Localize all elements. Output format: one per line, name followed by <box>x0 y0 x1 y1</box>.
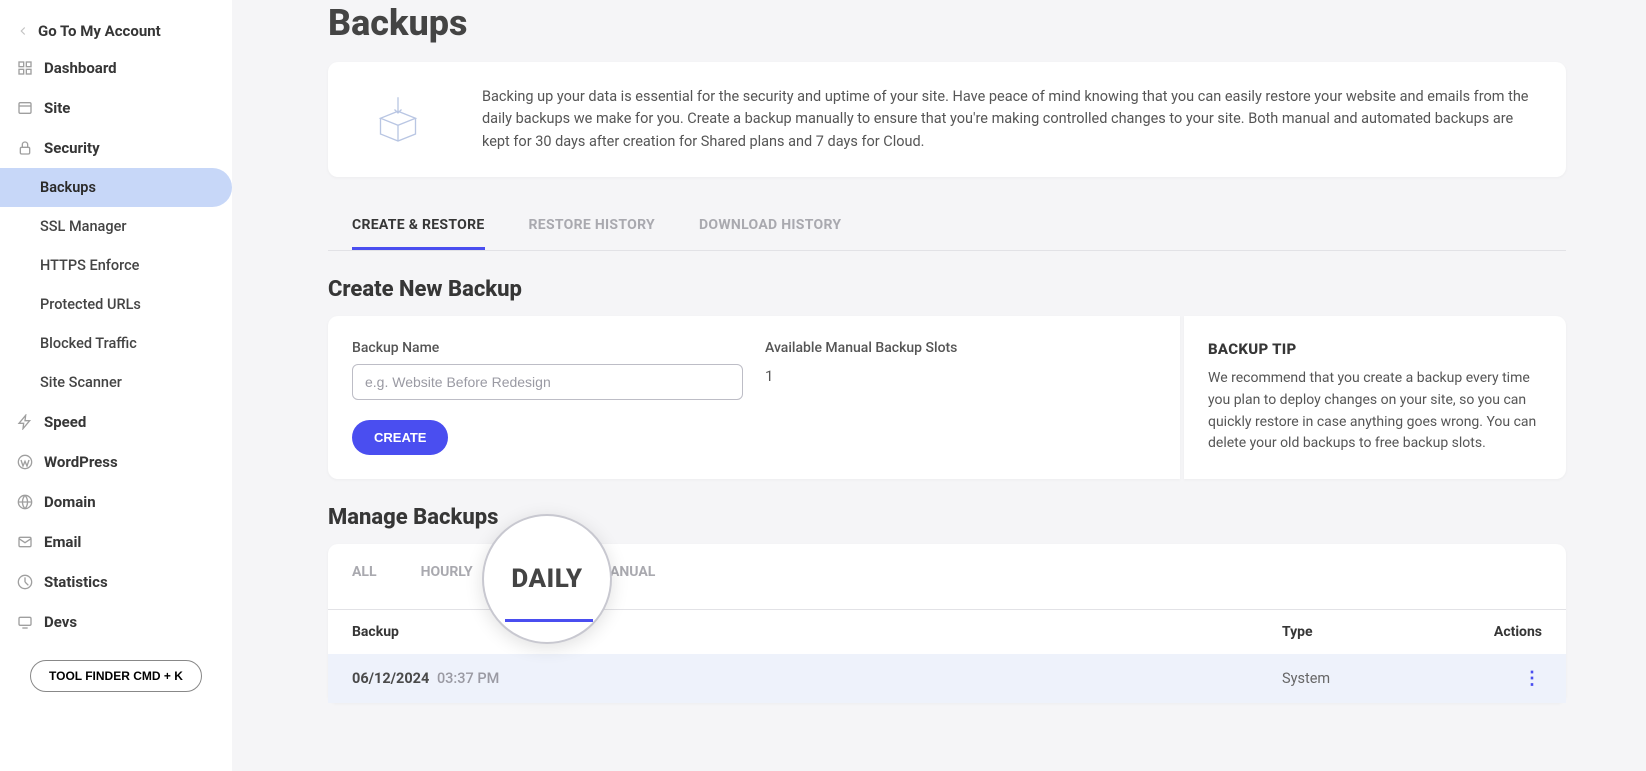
create-card: Backup Name CREATE Available Manual Back… <box>328 316 1180 479</box>
devs-icon <box>16 613 34 631</box>
sidebar-item-label: Domain <box>44 493 96 511</box>
tab-restore-history[interactable]: RESTORE HISTORY <box>529 203 655 250</box>
backup-name-label: Backup Name <box>352 340 743 356</box>
magnifier-underline <box>505 619 593 622</box>
main-content: Backups Backing up your data is essentia… <box>232 0 1646 771</box>
sidebar-item-label: Devs <box>44 613 77 631</box>
sidebar-item-label: Security <box>44 139 100 157</box>
sidebar-item-dashboard[interactable]: Dashboard <box>0 48 232 88</box>
create-wrapper: Backup Name CREATE Available Manual Back… <box>328 316 1566 479</box>
backup-table-card: DAILY ALL HOURLY DAILY MANUAL Backup Typ… <box>328 544 1566 703</box>
wordpress-icon <box>16 453 34 471</box>
row-type: System <box>1282 670 1452 687</box>
sidebar-item-speed[interactable]: Speed <box>0 402 232 442</box>
backup-name-input[interactable] <box>352 364 743 400</box>
row-date: 06/12/2024 <box>352 670 429 687</box>
page-title: Backups <box>328 2 1566 44</box>
arrow-left-icon <box>16 24 30 38</box>
sidebar-item-label: Speed <box>44 413 86 431</box>
row-backup-cell: 06/12/2024 03:37 PM <box>352 670 1282 687</box>
speed-icon <box>16 413 34 431</box>
intro-card: Backing up your data is essential for th… <box>328 62 1566 177</box>
slots-label: Available Manual Backup Slots <box>765 340 1156 356</box>
tip-title: BACKUP TIP <box>1208 340 1542 358</box>
globe-icon <box>16 493 34 511</box>
table-row: 06/12/2024 03:37 PM System ⋮ <box>328 654 1566 703</box>
tab-download-history[interactable]: DOWNLOAD HISTORY <box>699 203 841 250</box>
filter-tab-hourly[interactable]: HOURLY <box>421 564 473 595</box>
row-time: 03:37 PM <box>437 670 499 687</box>
create-button[interactable]: CREATE <box>352 420 448 455</box>
sidebar-item-domain[interactable]: Domain <box>0 482 232 522</box>
go-to-account-link[interactable]: Go To My Account <box>0 14 232 48</box>
main-tabs: CREATE & RESTORE RESTORE HISTORY DOWNLOA… <box>328 203 1566 251</box>
sidebar-subitem-protected-urls[interactable]: Protected URLs <box>0 285 232 324</box>
sidebar-item-security[interactable]: Security <box>0 128 232 168</box>
magnifier-callout: DAILY <box>482 514 612 644</box>
slots-value: 1 <box>765 367 1156 385</box>
sidebar-subitem-site-scanner[interactable]: Site Scanner <box>0 363 232 402</box>
col-actions: Actions <box>1452 624 1542 640</box>
sidebar-subitem-backups[interactable]: Backups <box>0 168 232 207</box>
tip-card: BACKUP TIP We recommend that you create … <box>1184 316 1566 479</box>
sidebar-item-label: Site <box>44 99 70 117</box>
sidebar-subitem-blocked-traffic[interactable]: Blocked Traffic <box>0 324 232 363</box>
intro-text: Backing up your data is essential for th… <box>482 86 1532 153</box>
sidebar-subitem-https-enforce[interactable]: HTTPS Enforce <box>0 246 232 285</box>
sidebar: Go To My Account Dashboard Site Security… <box>0 0 232 771</box>
box-open-icon <box>362 92 434 148</box>
site-icon <box>16 99 34 117</box>
filter-tab-all[interactable]: ALL <box>352 564 377 595</box>
sidebar-item-site[interactable]: Site <box>0 88 232 128</box>
sidebar-item-label: Email <box>44 533 81 551</box>
sidebar-item-label: WordPress <box>44 453 118 471</box>
magnifier-label: DAILY <box>511 564 582 594</box>
sidebar-subitem-ssl-manager[interactable]: SSL Manager <box>0 207 232 246</box>
row-actions-menu[interactable]: ⋮ <box>1523 668 1542 689</box>
sidebar-item-wordpress[interactable]: WordPress <box>0 442 232 482</box>
sidebar-item-email[interactable]: Email <box>0 522 232 562</box>
sidebar-item-devs[interactable]: Devs <box>0 602 232 642</box>
col-type: Type <box>1282 624 1452 640</box>
sidebar-item-label: Dashboard <box>44 59 117 77</box>
dashboard-icon <box>16 59 34 77</box>
tab-create-restore[interactable]: CREATE & RESTORE <box>352 203 485 250</box>
tip-text: We recommend that you create a backup ev… <box>1208 368 1542 455</box>
mail-icon <box>16 533 34 551</box>
sidebar-item-statistics[interactable]: Statistics <box>0 562 232 602</box>
tool-finder-button[interactable]: TOOL FINDER CMD + K <box>30 660 202 692</box>
lock-icon <box>16 139 34 157</box>
go-to-account-label: Go To My Account <box>38 22 161 40</box>
stats-icon <box>16 573 34 591</box>
sidebar-item-label: Statistics <box>44 573 108 591</box>
create-heading: Create New Backup <box>328 277 1566 302</box>
col-backup: Backup <box>352 624 1282 640</box>
